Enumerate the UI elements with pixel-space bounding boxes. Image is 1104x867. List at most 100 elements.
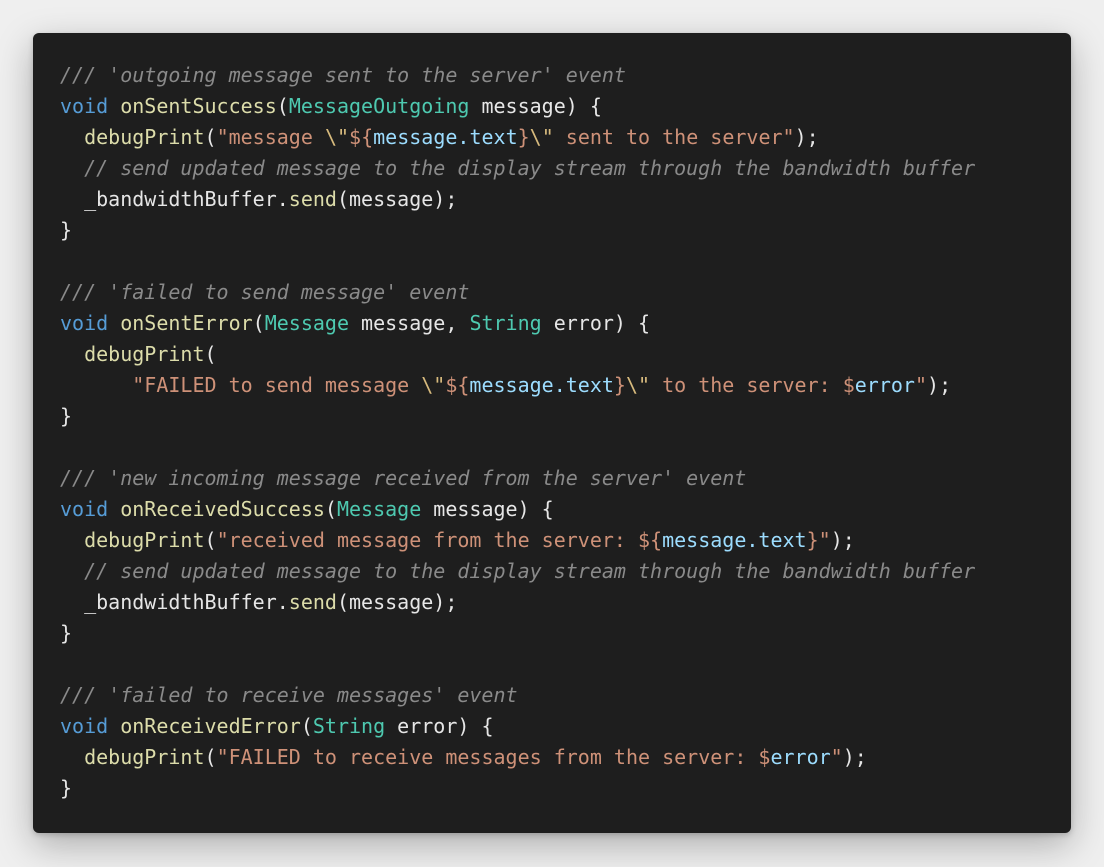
- code-line: // send updated message to the display s…: [60, 556, 1071, 587]
- code-string: to the server: $: [650, 373, 855, 397]
- code-string: ": [830, 745, 843, 769]
- code-function-name: send: [288, 187, 337, 211]
- code-line: }: [60, 215, 1071, 246]
- code-line: }: [60, 401, 1071, 432]
- code-text: );: [927, 373, 952, 397]
- code-line: debugPrint(: [60, 339, 1071, 370]
- code-line: void onReceivedSuccess(Message message) …: [60, 494, 1071, 525]
- code-text: }: [60, 218, 73, 242]
- code-text: error) {: [385, 714, 494, 738]
- code-text: }: [60, 621, 73, 645]
- code-line: void onSentError(Message message, String…: [60, 308, 1071, 339]
- code-text: _bandwidthBuffer.: [60, 187, 289, 211]
- code-text: (: [204, 528, 217, 552]
- code-type-name: String: [312, 714, 386, 738]
- code-keyword: void: [60, 311, 109, 335]
- code-snippet-window: /// 'outgoing message sent to the server…: [33, 33, 1071, 833]
- code-text: error) {: [541, 311, 651, 335]
- code-interpolated-variable: error: [770, 745, 831, 769]
- code-text: message,: [349, 311, 470, 335]
- code-escape-sequence: \": [324, 125, 350, 149]
- code-line: /// 'new incoming message received from …: [60, 463, 1071, 494]
- code-function-name: debugPrint: [84, 125, 205, 149]
- code-line: debugPrint("received message from the se…: [60, 525, 1071, 556]
- code-escape-sequence: \": [421, 373, 446, 397]
- code-text: (: [276, 94, 289, 118]
- code-type-name: Message: [264, 311, 350, 335]
- code-line: }: [60, 618, 1071, 649]
- code-interpolated-variable: message.text: [373, 125, 518, 149]
- code-line: /// 'outgoing message sent to the server…: [60, 60, 1071, 91]
- code-text: }: [60, 404, 73, 428]
- code-line: "FAILED to send message \"${message.text…: [60, 370, 1071, 401]
- code-string: "FAILED to send message: [132, 373, 422, 397]
- code-string: ${: [349, 125, 374, 149]
- code-line: _bandwidthBuffer.send(message);: [60, 587, 1071, 618]
- code-line: debugPrint("FAILED to receive messages f…: [60, 742, 1071, 773]
- code-text: _bandwidthBuffer.: [60, 590, 289, 614]
- code-type-name: String: [469, 311, 542, 335]
- code-text: (: [204, 745, 217, 769]
- code-string: "message: [216, 125, 325, 149]
- code-function-name: onSentSuccess: [120, 94, 277, 118]
- code-text: (: [204, 125, 217, 149]
- code-function-name: debugPrint: [84, 745, 205, 769]
- code-line: }: [60, 773, 1071, 804]
- code-function-name: debugPrint: [84, 528, 205, 552]
- code-text: message) {: [469, 94, 602, 118]
- code-text: }: [60, 776, 73, 800]
- code-comment: /// 'outgoing message sent to the server…: [60, 63, 626, 87]
- code-line: /// 'failed to receive messages' event: [60, 680, 1071, 711]
- code-function-name: onSentError: [120, 311, 253, 335]
- code-comment: /// 'failed to send message' event: [60, 280, 470, 304]
- code-text: (: [252, 311, 265, 335]
- code-text: );: [830, 528, 855, 552]
- code-line: debugPrint("message \"${message.text}\" …: [60, 122, 1071, 153]
- code-text: (: [300, 714, 313, 738]
- code-type-name: MessageOutgoing: [288, 94, 470, 118]
- code-line: void onReceivedError(String error) {: [60, 711, 1071, 742]
- code-block[interactable]: /// 'outgoing message sent to the server…: [60, 60, 1071, 804]
- code-text: );: [794, 125, 819, 149]
- code-line: // send updated message to the display s…: [60, 153, 1071, 184]
- code-text: (message);: [336, 187, 458, 211]
- code-comment: /// 'new incoming message received from …: [60, 466, 747, 490]
- code-text: );: [842, 745, 867, 769]
- code-string: ": [914, 373, 928, 397]
- code-comment: /// 'failed to receive messages' event: [60, 683, 518, 707]
- code-function-name: onReceivedSuccess: [120, 497, 325, 521]
- code-escape-sequence: \": [625, 373, 651, 397]
- code-string: }": [806, 528, 831, 552]
- code-comment: // send updated message to the display s…: [84, 559, 976, 583]
- code-line: _bandwidthBuffer.send(message);: [60, 184, 1071, 215]
- code-keyword: void: [60, 94, 109, 118]
- code-text: (: [204, 342, 217, 366]
- code-function-name: debugPrint: [84, 342, 205, 366]
- code-string: }: [613, 373, 626, 397]
- code-interpolated-variable: message.text: [469, 373, 614, 397]
- code-keyword: void: [60, 497, 109, 521]
- code-string: ${: [445, 373, 470, 397]
- code-function-name: send: [288, 590, 337, 614]
- code-text: (: [324, 497, 337, 521]
- code-keyword: void: [60, 714, 109, 738]
- code-type-name: Message: [336, 497, 422, 521]
- code-string: "FAILED to receive messages from the ser…: [216, 745, 771, 769]
- code-string: "received message from the server: ${: [216, 528, 663, 552]
- code-interpolated-variable: message.text: [662, 528, 807, 552]
- code-text: message) {: [421, 497, 554, 521]
- code-line: void onSentSuccess(MessageOutgoing messa…: [60, 91, 1071, 122]
